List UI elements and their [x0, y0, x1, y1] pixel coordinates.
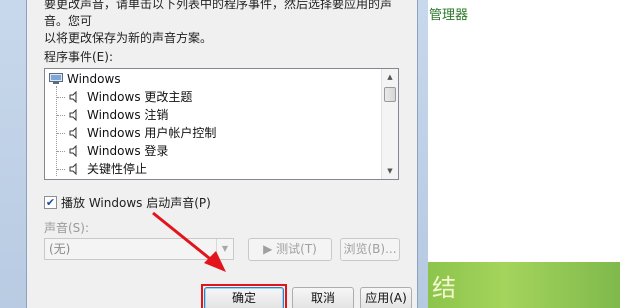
chevron-down-icon[interactable]: ▼: [216, 239, 233, 259]
apply-button[interactable]: 应用(A): [360, 287, 412, 308]
sound-select-value: (无): [49, 242, 71, 256]
tree-branch: [57, 133, 65, 134]
tree-branch: [57, 97, 65, 98]
sound-settings-dialog: 要更改声音，请单击以下列表中的程序事件，然后选择要应用的声音。您可 以将更改保存…: [0, 0, 428, 308]
list-item-uac[interactable]: Windows 用户帐户控制: [69, 125, 216, 142]
list-item-label: Windows: [67, 72, 121, 86]
program-events-list[interactable]: Windows Windows 更改主题 Windows 注销 Windows …: [44, 68, 399, 180]
sound-select[interactable]: (无) ▼: [44, 238, 234, 260]
speaker-icon: [69, 163, 77, 175]
tree-branch: [57, 151, 65, 152]
dialog-content: 要更改声音，请单击以下列表中的程序事件，然后选择要应用的声音。您可 以将更改保存…: [26, 0, 417, 308]
window-frame: [417, 0, 428, 308]
tree-guide-line: [56, 86, 57, 176]
background-banner: 结: [428, 262, 620, 308]
list-item-windows-group[interactable]: Windows: [49, 71, 121, 88]
startup-sound-checkbox[interactable]: ✔: [44, 195, 57, 209]
startup-sound-option[interactable]: ✔ 播放 Windows 启动声音(P): [44, 195, 211, 210]
background-banner-text: 结: [432, 274, 456, 302]
scroll-down-arrow-icon[interactable]: ▼: [382, 163, 398, 179]
list-item-logoff[interactable]: Windows 注销: [69, 107, 168, 124]
intro-text: 要更改声音，请单击以下列表中的程序事件，然后选择要应用的声音。您可 以将更改保存…: [44, 0, 404, 47]
list-item-label: Windows 登录: [87, 144, 169, 158]
list-item-change-theme[interactable]: Windows 更改主题: [69, 89, 192, 106]
list-scrollbar[interactable]: ▲ ▼: [381, 69, 398, 179]
test-button[interactable]: ▶ 测试(T): [248, 238, 332, 261]
browse-button[interactable]: 浏览(B)...: [340, 238, 400, 261]
cancel-button[interactable]: 取消: [292, 287, 354, 308]
scroll-thumb[interactable]: [384, 87, 396, 102]
program-events-label: 程序事件(E):: [44, 50, 113, 64]
list-item-critical-stop[interactable]: 关键性停止: [69, 161, 147, 178]
sound-label: 声音(S):: [44, 221, 90, 235]
intro-line-1: 要更改声音，请单击以下列表中的程序事件，然后选择要应用的声音。您可: [44, 0, 393, 28]
list-item-label: Windows 注销: [87, 108, 169, 122]
intro-line-2: 以将更改保存为新的声音方案。: [44, 31, 213, 45]
tree-branch: [57, 169, 65, 170]
computer-icon: [49, 73, 63, 84]
annotation-highlight-box: [201, 284, 287, 308]
speaker-icon: [69, 145, 77, 157]
startup-sound-label: 播放 Windows 启动声音(P): [61, 195, 211, 210]
background-manager-link[interactable]: 管理器: [429, 4, 468, 23]
tree-branch: [57, 115, 65, 116]
background-window: 管理器 结: [428, 0, 620, 308]
speaker-icon: [69, 127, 77, 139]
list-item-logon[interactable]: Windows 登录: [69, 143, 168, 160]
list-item-label: 关键性停止: [87, 162, 148, 176]
speaker-icon: [69, 109, 77, 121]
scroll-up-arrow-icon[interactable]: ▲: [382, 69, 398, 85]
list-item-label: Windows 更改主题: [87, 90, 193, 104]
speaker-icon: [69, 91, 77, 103]
list-item-label: Windows 用户帐户控制: [87, 126, 217, 140]
